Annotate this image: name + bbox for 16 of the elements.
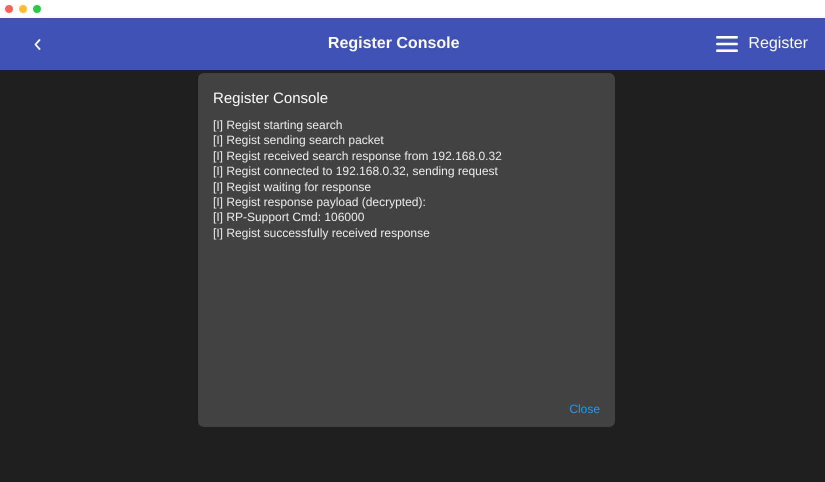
back-chevron-icon[interactable] — [34, 38, 41, 50]
dialog-title: Register Console — [213, 90, 330, 108]
register-menu-button[interactable]: Register — [716, 32, 808, 56]
close-window-icon[interactable] — [5, 5, 13, 13]
log-line: [I] Regist starting search — [213, 118, 344, 134]
menu-icon — [716, 36, 738, 52]
log-line: [I] Regist sending search packet — [213, 133, 385, 149]
log-line: [I] Regist connected to 192.168.0.32, sending request — [213, 164, 499, 180]
log-line: [I] Regist received search response from 192.168.0.32 — [213, 148, 503, 164]
log-line: [I] Regist response payload (decrypted): — [213, 195, 427, 210]
minimize-window-icon[interactable] — [19, 5, 27, 13]
log-line: [I] Regist successfully received response — [213, 226, 431, 242]
log-line: [I] Regist waiting for response — [213, 180, 372, 196]
app-bar-title: Register Console — [328, 34, 460, 54]
maximize-window-icon[interactable] — [33, 5, 41, 13]
log-line: [I] RP-Support Cmd: 106000 — [213, 210, 366, 226]
